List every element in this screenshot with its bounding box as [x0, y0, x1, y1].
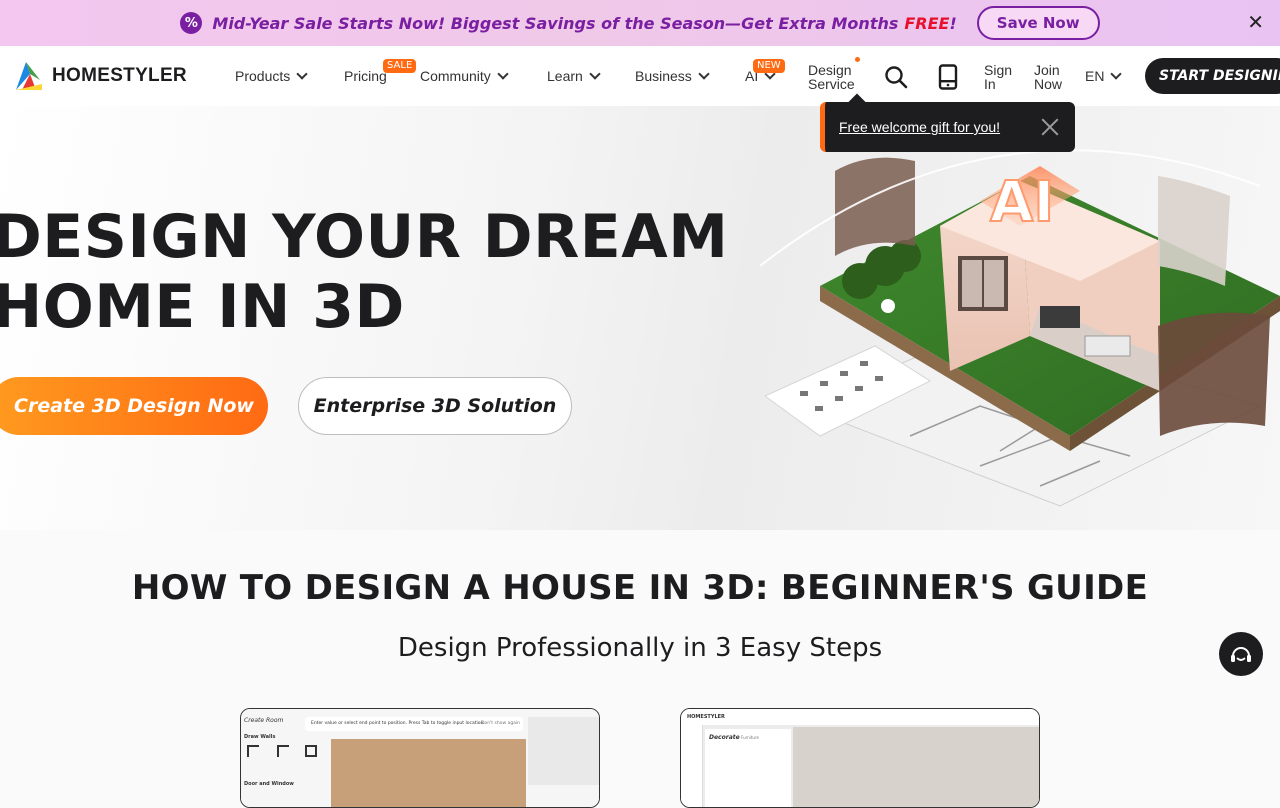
- hero-title-line1: DESIGN YOUR DREAM: [0, 202, 729, 272]
- chevron-down-icon: [1110, 68, 1123, 80]
- door-window-label: Door and Window: [244, 781, 294, 787]
- 3d-preview-panel[interactable]: [528, 717, 599, 785]
- hint-text: Enter value or select end point to posit…: [311, 721, 485, 726]
- top-navigation: HOMESTYLER Products Pricing SALE Communi…: [0, 46, 1280, 106]
- design-service-line2: Service: [808, 76, 855, 92]
- promo-message-text: Mid-Year Sale Starts Now! Biggest Saving…: [212, 13, 899, 33]
- sign-in-link[interactable]: Sign In: [984, 63, 1012, 91]
- sale-badge: SALE: [383, 59, 417, 73]
- close-icon[interactable]: ✕: [1247, 12, 1264, 32]
- nav-learn-label: Learn: [547, 68, 583, 84]
- new-badge: NEW: [753, 59, 785, 73]
- draw-walls-label: Draw Walls: [244, 734, 276, 740]
- nav-community-label: Community: [420, 68, 491, 84]
- nav-business[interactable]: Business: [635, 68, 710, 84]
- editor-sidebar: [681, 725, 703, 807]
- close-icon[interactable]: [1041, 117, 1059, 135]
- promo-exclaim: !: [949, 13, 957, 33]
- create-room-label: Create Room: [244, 717, 284, 724]
- start-designing-button[interactable]: START DESIGNING: [1145, 58, 1280, 94]
- notification-dot: [855, 57, 860, 62]
- promo-message: Mid-Year Sale Starts Now! Biggest Saving…: [212, 14, 956, 33]
- headset-icon: [1231, 647, 1251, 662]
- step-1-screenshot: Create Room Enter value or select end po…: [240, 708, 600, 808]
- mobile-app-icon[interactable]: [938, 64, 958, 90]
- join-now-line1: Join: [1034, 62, 1060, 78]
- nav-pricing-label: Pricing: [344, 68, 387, 84]
- nav-business-label: Business: [635, 68, 692, 84]
- editor-brand: HOMESTYLER: [687, 714, 725, 720]
- language-selector[interactable]: EN: [1085, 68, 1123, 84]
- furniture-label: Furniture: [741, 735, 759, 740]
- join-now-line2: Now: [1034, 76, 1063, 92]
- editor-toolbar: [681, 709, 1039, 725]
- save-now-button[interactable]: Save Now: [976, 6, 1100, 40]
- hero-title: DESIGN YOUR DREAM HOME IN 3D: [0, 202, 728, 342]
- guide-title: HOW TO DESIGN A HOUSE IN 3D: BEGINNER'S …: [131, 568, 1149, 608]
- chevron-down-icon: [497, 68, 509, 80]
- discount-percent-icon: %: [180, 12, 203, 34]
- decorate-title: Decorate: [709, 734, 740, 741]
- chevron-down-icon: [698, 68, 710, 80]
- welcome-gift-link[interactable]: Free welcome gift for you!: [839, 119, 1000, 135]
- wall-edge-icon[interactable]: [277, 745, 289, 757]
- ai-house-illustration: AI: [759, 149, 1280, 507]
- nav-pricing[interactable]: Pricing: [344, 68, 387, 84]
- hero-section: DESIGN YOUR DREAM HOME IN 3D Create 3D D…: [0, 106, 1280, 530]
- sign-in-line2: In: [984, 76, 996, 92]
- join-now-link[interactable]: Join Now: [1034, 63, 1062, 91]
- nav-community[interactable]: Community: [420, 68, 509, 84]
- promo-free-text: FREE: [904, 13, 950, 33]
- dont-show-again-link[interactable]: Don't show again: [481, 721, 520, 726]
- homestyler-logo[interactable]: HOMESTYLER: [14, 60, 187, 92]
- chevron-down-icon: [589, 68, 601, 80]
- enterprise-solution-button[interactable]: Enterprise 3D Solution: [298, 377, 572, 435]
- guide-subtitle: Design Professionally in 3 Easy Steps: [397, 633, 883, 663]
- nav-design-service[interactable]: Design Service: [808, 63, 855, 91]
- room-tool-icon[interactable]: [305, 745, 317, 757]
- nav-products-label: Products: [235, 68, 291, 84]
- nav-products[interactable]: Products: [235, 68, 308, 84]
- nav-learn[interactable]: Learn: [547, 68, 601, 84]
- customer-support-button[interactable]: [1219, 632, 1263, 676]
- promo-banner: % Mid-Year Sale Starts Now! Biggest Savi…: [0, 0, 1280, 46]
- 3d-scene-viewport[interactable]: [793, 727, 1039, 807]
- house-ai-sign: AI: [990, 170, 1054, 235]
- chevron-down-icon: [296, 68, 308, 80]
- floor-plan-canvas[interactable]: [331, 739, 526, 807]
- language-label: EN: [1085, 68, 1105, 84]
- welcome-gift-tooltip: Free welcome gift for you!: [820, 93, 1075, 152]
- brand-name: HOMESTYLER: [52, 65, 187, 86]
- wall-tool-icon[interactable]: [247, 745, 259, 757]
- homestyler-logo-icon: [16, 62, 42, 90]
- step-2-screenshot: HOMESTYLER Decorate Furniture: [680, 708, 1040, 808]
- create-3d-design-button[interactable]: Create 3D Design Now: [0, 377, 268, 435]
- design-service-line1: Design: [808, 62, 852, 78]
- sign-in-line1: Sign: [984, 62, 1013, 78]
- search-icon[interactable]: [884, 65, 908, 89]
- hero-title-line2: HOME IN 3D: [0, 272, 405, 342]
